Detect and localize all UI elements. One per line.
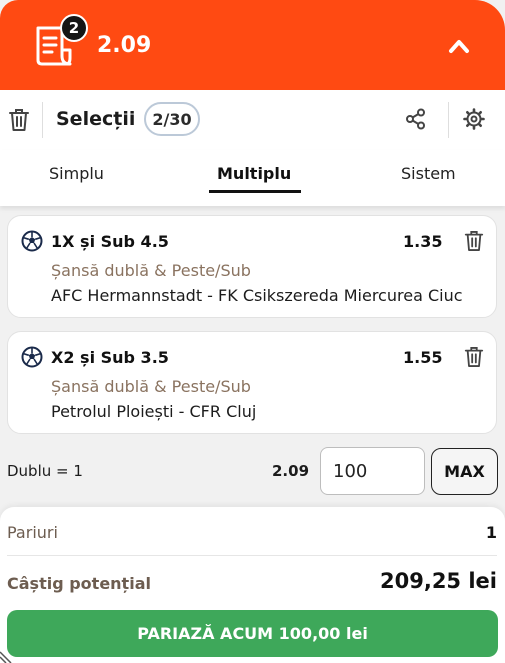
betslip-header[interactable]: 2 2.09 [0,0,505,90]
chevron-up-icon[interactable] [448,38,470,54]
tab-sistem[interactable]: Sistem [401,164,456,183]
selection-match: AFC Hermannstadt - FK Csikszereda Miercu… [51,286,463,305]
share-icon[interactable] [405,108,427,130]
selection-market: Șansă dublă & Peste/Sub [51,377,251,396]
selection-pick: X2 și Sub 3.5 [51,348,169,367]
selection-odd: 1.35 [403,232,443,251]
stake-input[interactable] [320,447,425,495]
trash-icon[interactable] [8,108,30,132]
betslip-toolbar: Selecții 2/30 [0,90,505,150]
trash-icon[interactable] [464,230,484,252]
selection-card: X2 și Sub 3.5 1.55 Șansă dublă & Peste/S… [7,331,497,434]
combination-odds: 2.09 [272,462,310,480]
tab-simplu[interactable]: Simplu [49,164,104,183]
resize-handle-icon [0,651,12,663]
potential-win-label: Câștig potențial [7,574,151,593]
bet-summary: Pariuri 1 Câștig potențial 209,25 lei PA… [0,507,505,663]
potential-win-value: 209,25 lei [380,569,497,593]
selection-market: Șansă dublă & Peste/Sub [51,261,251,280]
total-odds: 2.09 [97,33,152,58]
combination-label: Dublu = 1 [7,462,83,480]
football-icon [21,230,43,252]
bets-value: 1 [485,523,497,542]
place-bet-button[interactable]: PARIAZĂ ACUM 100,00 lei [7,610,498,657]
divider [7,555,497,556]
selection-counter: 2/30 [144,102,200,136]
selection-odd: 1.55 [403,348,443,367]
divider [42,102,43,138]
selection-pick: 1X și Sub 4.5 [51,232,169,251]
selection-count-badge: 2 [60,14,88,42]
divider [448,102,449,138]
active-tab-indicator [209,190,301,193]
bets-label: Pariuri [7,523,58,542]
football-icon [21,346,43,368]
selection-card: 1X și Sub 4.5 1.35 Șansă dublă & Peste/S… [7,215,497,318]
gear-icon[interactable] [463,108,485,130]
bet-type-tabs: Simplu Multiplu Sistem [0,150,505,206]
selection-match: Petrolul Ploiești - CFR Cluj [51,402,257,421]
max-stake-button[interactable]: MAX [431,448,498,495]
tab-multiplu[interactable]: Multiplu [217,164,291,183]
trash-icon[interactable] [464,346,484,368]
page-title: Selecții [56,108,136,130]
